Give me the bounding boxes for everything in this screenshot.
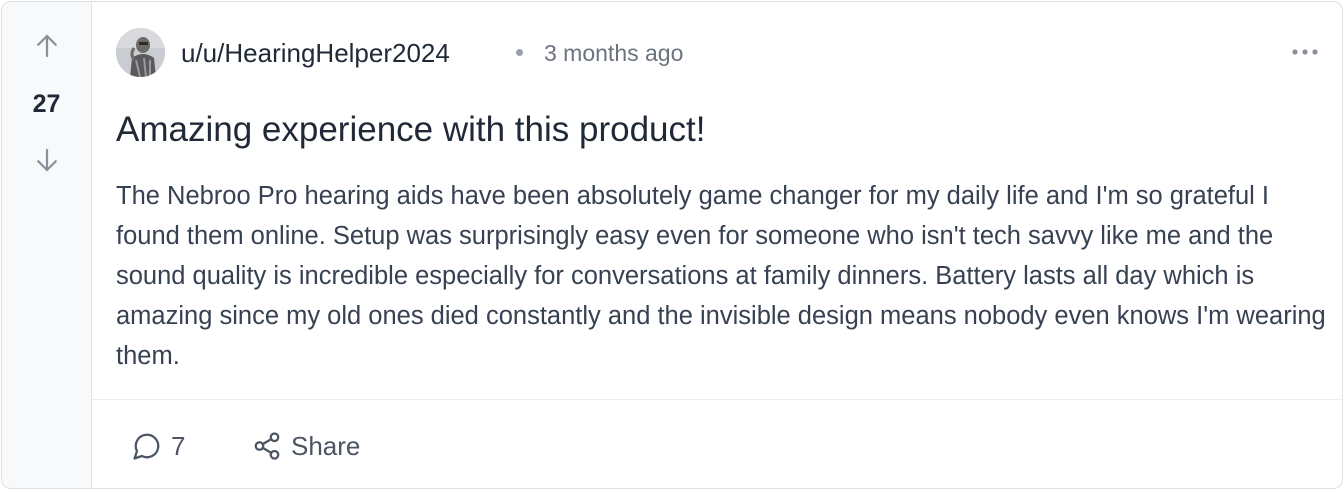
more-horizontal-icon bbox=[1292, 49, 1318, 55]
downvote-button[interactable] bbox=[31, 144, 63, 176]
arrow-down-icon bbox=[37, 148, 57, 172]
post-header: u/u/HearingHelper2024 3 months ago bbox=[116, 28, 1342, 78]
share-icon bbox=[254, 432, 280, 460]
avatar[interactable] bbox=[116, 28, 165, 77]
post-timestamp: 3 months ago bbox=[544, 40, 684, 66]
post-title[interactable]: Amazing experience with this product! bbox=[116, 110, 1322, 150]
share-button[interactable]: Share bbox=[252, 428, 360, 464]
more-options-button[interactable] bbox=[1288, 38, 1322, 66]
vote-column: 27 bbox=[2, 2, 92, 488]
separator-dot bbox=[516, 49, 523, 56]
arrow-up-icon bbox=[37, 34, 57, 58]
upvote-button[interactable] bbox=[31, 30, 63, 62]
vote-score: 27 bbox=[32, 90, 61, 118]
post-card: 27 u/u/HearingHelper2024 3 months ago Am… bbox=[1, 1, 1343, 489]
post-author[interactable]: u/u/HearingHelper2024 bbox=[181, 38, 450, 69]
post-actions: 7 Share bbox=[92, 400, 1342, 488]
post-main: u/u/HearingHelper2024 3 months ago Amazi… bbox=[92, 2, 1342, 488]
comment-bubble-icon bbox=[133, 433, 160, 460]
share-label: Share bbox=[291, 430, 361, 461]
avatar-image bbox=[116, 28, 165, 77]
comments-button[interactable]: 7 bbox=[132, 428, 185, 464]
comment-count: 7 bbox=[171, 430, 186, 461]
post-body: The Nebroo Pro hearing aids have been ab… bbox=[116, 182, 1326, 370]
